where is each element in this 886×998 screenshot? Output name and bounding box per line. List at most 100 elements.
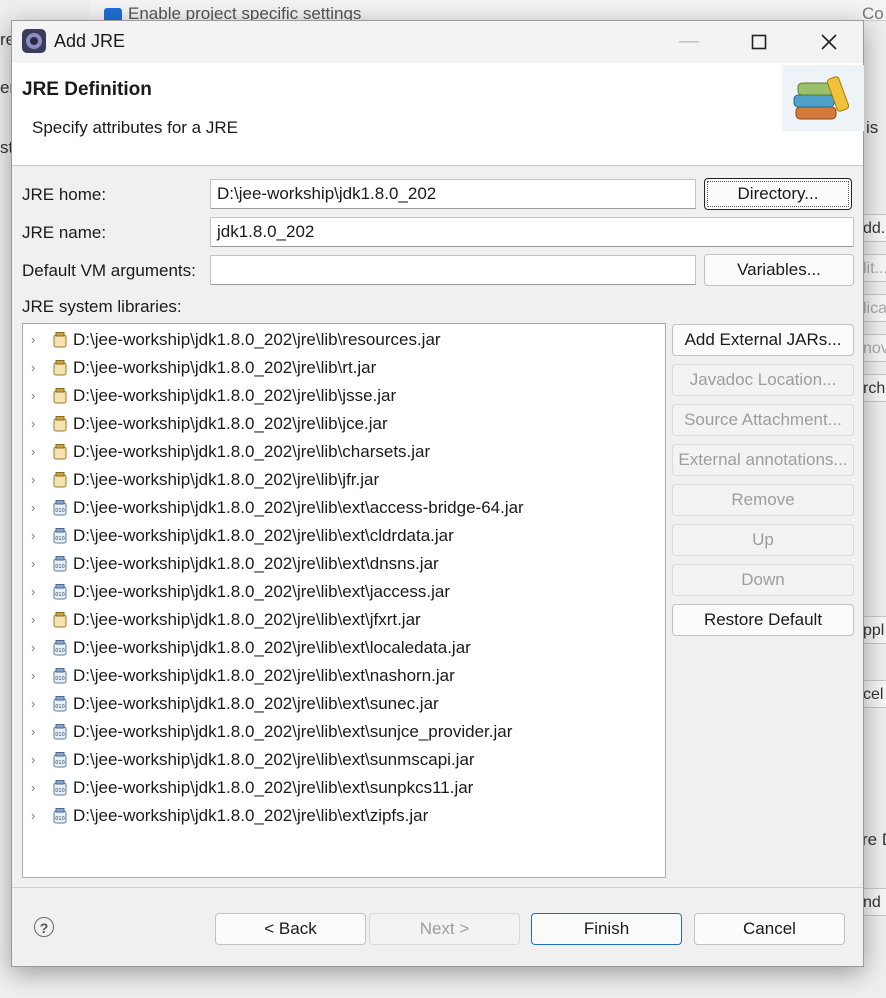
variables-button[interactable]: Variables... [704, 254, 854, 286]
library-row[interactable]: › D:\jee-workship\jdk1.8.0_202\jre\lib\ch… [23, 438, 663, 466]
chevron-right-icon[interactable]: › [31, 522, 43, 550]
library-row[interactable]: › 010 D:\jee-workship\jdk1.8.0_202\jre\lib… [23, 746, 663, 774]
eclipse-icon [22, 29, 46, 53]
chevron-right-icon[interactable]: › [31, 662, 43, 690]
library-row[interactable]: › D:\jee-workship\jdk1.8.0_202\jre\lib\jf… [23, 466, 663, 494]
chevron-right-icon[interactable]: › [31, 802, 43, 830]
vm-arguments-label: Default VM arguments: [22, 261, 196, 280]
javadoc-location-button[interactable]: Javadoc Location... [672, 364, 854, 396]
binary-jar-icon: 010 [53, 752, 67, 768]
finish-button[interactable]: Finish [531, 913, 682, 945]
minimize-icon[interactable]: — [658, 21, 720, 61]
chevron-right-icon[interactable]: › [31, 354, 43, 382]
chevron-right-icon[interactable]: › [31, 690, 43, 718]
library-row[interactable]: › D:\jee-workship\jdk1.8.0_202\jre\lib\rt… [23, 354, 663, 382]
library-path: D:\jee-workship\jdk1.8.0_202\jre\lib\ext… [73, 526, 454, 545]
library-row[interactable]: › D:\jee-workship\jdk1.8.0_202\jre\lib\js… [23, 382, 663, 410]
library-path: D:\jee-workship\jdk1.8.0_202\jre\lib\ext… [73, 498, 524, 517]
svg-text:010: 010 [55, 788, 65, 794]
external-annotations-button[interactable]: External annotations... [672, 444, 854, 476]
svg-text:010: 010 [55, 816, 65, 822]
add-external-jars-button[interactable]: Add External JARs... [672, 324, 854, 356]
library-path: D:\jee-workship\jdk1.8.0_202\jre\lib\ext… [73, 694, 439, 713]
chevron-right-icon[interactable]: › [31, 578, 43, 606]
binary-jar-icon: 010 [53, 528, 67, 544]
library-path: D:\jee-workship\jdk1.8.0_202\jre\lib\jfr… [73, 470, 380, 489]
library-path: D:\jee-workship\jdk1.8.0_202\jre\lib\jss… [73, 386, 397, 405]
svg-text:010: 010 [55, 564, 65, 570]
up-button[interactable]: Up [672, 524, 854, 556]
library-path: D:\jee-workship\jdk1.8.0_202\jre\lib\jce… [73, 414, 388, 433]
library-row[interactable]: › 010 D:\jee-workship\jdk1.8.0_202\jre\lib… [23, 662, 663, 690]
chevron-right-icon[interactable]: › [31, 466, 43, 494]
help-icon[interactable]: ? [34, 917, 54, 937]
chevron-right-icon[interactable]: › [31, 410, 43, 438]
library-path: D:\jee-workship\jdk1.8.0_202\jre\lib\ext… [73, 722, 513, 741]
svg-text:010: 010 [55, 732, 65, 738]
jar-icon [53, 360, 67, 376]
library-path: D:\jee-workship\jdk1.8.0_202\jre\lib\cha… [73, 442, 431, 461]
library-books-icon [782, 65, 864, 131]
chevron-right-icon[interactable]: › [31, 774, 43, 802]
library-row[interactable]: › 010 D:\jee-workship\jdk1.8.0_202\jre\lib… [23, 718, 663, 746]
jar-icon [53, 444, 67, 460]
down-button[interactable]: Down [672, 564, 854, 596]
library-row[interactable]: › 010 D:\jee-workship\jdk1.8.0_202\jre\lib… [23, 522, 663, 550]
page-title: JRE Definition [22, 79, 152, 100]
library-row[interactable]: › 010 D:\jee-workship\jdk1.8.0_202\jre\lib… [23, 634, 663, 662]
jar-icon [53, 472, 67, 488]
library-path: D:\jee-workship\jdk1.8.0_202\jre\lib\ext… [73, 610, 421, 629]
vm-arguments-input[interactable] [210, 255, 696, 285]
library-row[interactable]: › D:\jee-workship\jdk1.8.0_202\jre\lib\jc… [23, 410, 663, 438]
jre-name-input[interactable]: jdk1.8.0_202 [210, 217, 854, 247]
chevron-right-icon[interactable]: › [31, 746, 43, 774]
chevron-right-icon[interactable]: › [31, 382, 43, 410]
library-path: D:\jee-workship\jdk1.8.0_202\jre\lib\ext… [73, 582, 451, 601]
library-row[interactable]: › 010 D:\jee-workship\jdk1.8.0_202\jre\lib… [23, 578, 663, 606]
back-button[interactable]: < Back [215, 913, 366, 945]
library-row[interactable]: › 010 D:\jee-workship\jdk1.8.0_202\jre\lib… [23, 802, 663, 830]
library-path: D:\jee-workship\jdk1.8.0_202\jre\lib\ext… [73, 778, 474, 797]
library-row[interactable]: › 010 D:\jee-workship\jdk1.8.0_202\jre\lib… [23, 550, 663, 578]
jre-home-label: JRE home: [22, 185, 107, 204]
chevron-right-icon[interactable]: › [31, 494, 43, 522]
binary-jar-icon: 010 [53, 640, 67, 656]
chevron-right-icon[interactable]: › [31, 606, 43, 634]
remove-button[interactable]: Remove [672, 484, 854, 516]
source-attachment-button[interactable]: Source Attachment... [672, 404, 854, 436]
svg-text:010: 010 [55, 648, 65, 654]
jre-home-input[interactable]: D:\jee-workship\jdk1.8.0_202 [210, 179, 696, 209]
binary-jar-icon: 010 [53, 668, 67, 684]
chevron-right-icon[interactable]: › [31, 718, 43, 746]
directory-button[interactable]: Directory... [704, 178, 852, 210]
jar-icon [53, 416, 67, 432]
system-libraries-label: JRE system libraries: [22, 297, 182, 316]
page-description: Specify attributes for a JRE [32, 118, 238, 137]
binary-jar-icon: 010 [53, 584, 67, 600]
library-row[interactable]: › 010 D:\jee-workship\jdk1.8.0_202\jre\lib… [23, 494, 663, 522]
background-right-fragment: re D [862, 830, 886, 849]
binary-jar-icon: 010 [53, 724, 67, 740]
library-row[interactable]: › 010 D:\jee-workship\jdk1.8.0_202\jre\lib… [23, 774, 663, 802]
jar-icon [53, 612, 67, 628]
chevron-right-icon[interactable]: › [31, 326, 43, 354]
cancel-button[interactable]: Cancel [694, 913, 845, 945]
system-libraries-tree[interactable]: › D:\jee-workship\jdk1.8.0_202\jre\lib\re… [22, 323, 666, 878]
footer-separator [12, 887, 863, 888]
close-icon[interactable] [798, 21, 860, 61]
library-row[interactable]: › D:\jee-workship\jdk1.8.0_202\jre\lib\re… [23, 326, 663, 354]
chevron-right-icon[interactable]: › [31, 634, 43, 662]
library-row[interactable]: › 010 D:\jee-workship\jdk1.8.0_202\jre\lib… [23, 690, 663, 718]
binary-jar-icon: 010 [53, 696, 67, 712]
library-path: D:\jee-workship\jdk1.8.0_202\jre\lib\ext… [73, 666, 455, 685]
restore-default-button[interactable]: Restore Default [672, 604, 854, 636]
next-button[interactable]: Next > [369, 913, 520, 945]
add-jre-dialog: Add JRE — JRE Definition Specify attribu… [11, 20, 864, 967]
title-bar[interactable]: Add JRE — [12, 21, 863, 63]
chevron-right-icon[interactable]: › [31, 438, 43, 466]
svg-text:010: 010 [55, 760, 65, 766]
maximize-icon[interactable] [728, 21, 790, 61]
library-row[interactable]: › D:\jee-workship\jdk1.8.0_202\jre\lib\ex… [23, 606, 663, 634]
chevron-right-icon[interactable]: › [31, 550, 43, 578]
library-path: D:\jee-workship\jdk1.8.0_202\jre\lib\ext… [73, 806, 429, 825]
